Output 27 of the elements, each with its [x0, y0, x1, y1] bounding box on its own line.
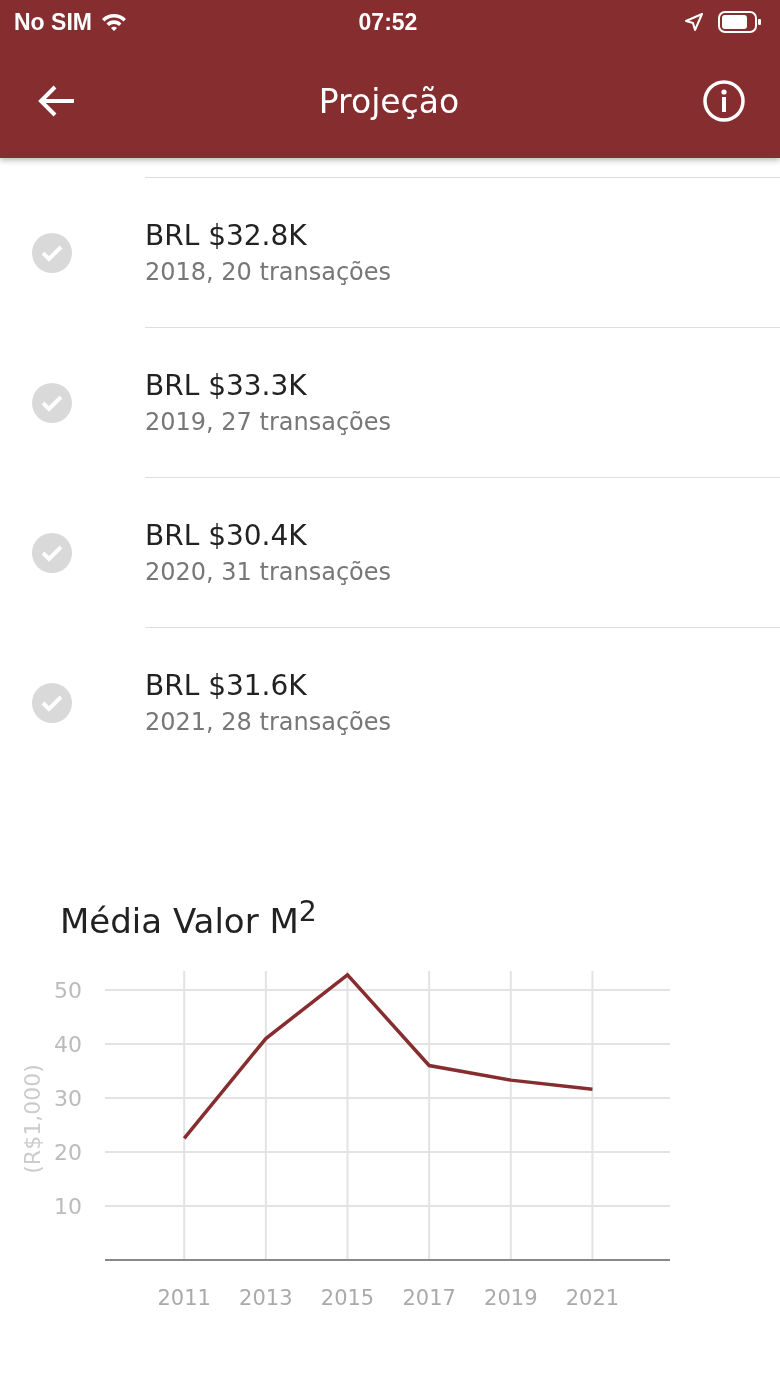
chart-title: Média Valor M$^{2}$	[60, 895, 318, 942]
transaction-detail: 2018, 20 transações	[145, 258, 392, 286]
transaction-detail: 2019, 27 transações	[145, 408, 392, 436]
y-tick-label: 50	[54, 978, 82, 1004]
y-tick-label: 30	[54, 1086, 82, 1112]
y-tick-label: 10	[54, 1194, 82, 1220]
back-button[interactable]	[38, 84, 76, 118]
amount-text: BRL $30.4K	[145, 519, 308, 552]
amount-text: BRL $31.6K	[145, 669, 308, 702]
transaction-detail: 2020, 31 transações	[145, 558, 392, 586]
battery-icon	[718, 11, 762, 33]
amount-text: BRL $32.8K	[145, 219, 308, 252]
location-arrow-icon	[684, 12, 704, 32]
x-tick-label: 2021	[565, 1286, 620, 1311]
x-tick-label: 2015	[320, 1286, 375, 1311]
amount-text: BRL $33.3K	[145, 369, 308, 402]
x-tick-label: 2019	[484, 1286, 538, 1311]
clock-text: 07:52	[358, 8, 418, 36]
y-tick-label: 20	[54, 1140, 82, 1166]
y-tick-label: 40	[54, 1032, 82, 1058]
carrier-text: No SIM	[14, 8, 92, 36]
x-tick-label: 2011	[157, 1286, 211, 1311]
transaction-detail: 2021, 28 transações	[145, 708, 392, 736]
x-tick-label: 2017	[402, 1286, 456, 1311]
x-tick-label: 2013	[239, 1286, 293, 1311]
info-button[interactable]	[702, 79, 746, 123]
page-title: Projeção	[318, 81, 460, 121]
